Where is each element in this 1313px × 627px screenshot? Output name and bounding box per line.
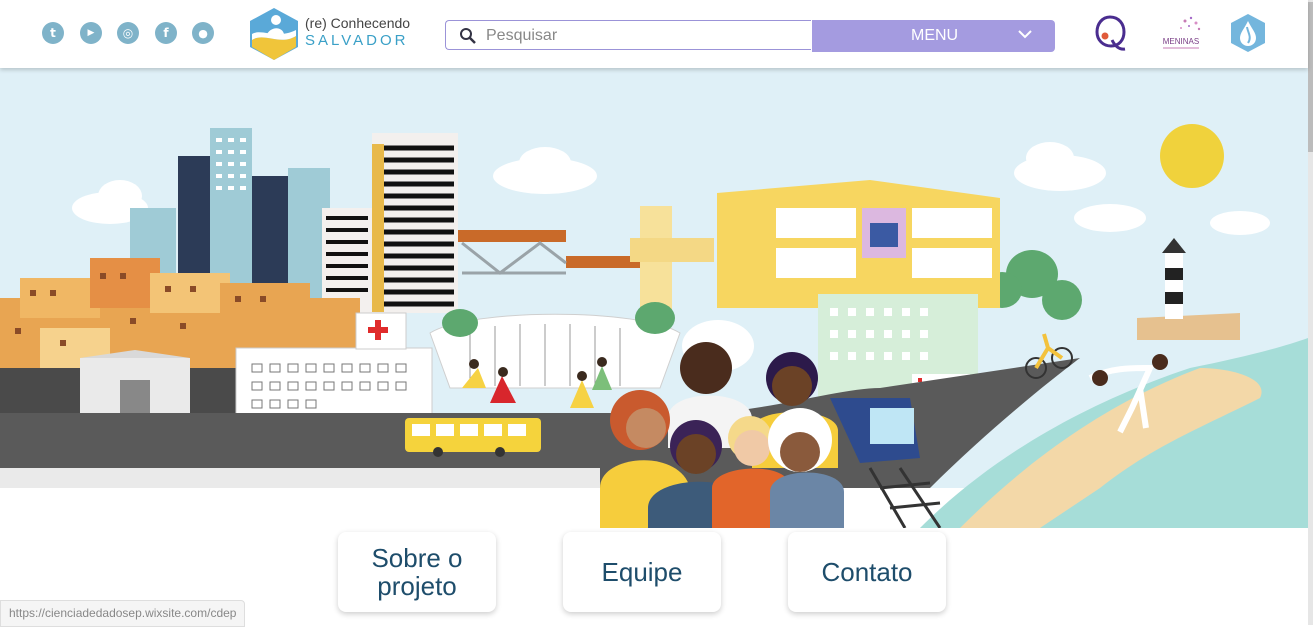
contact-label: Contato — [821, 557, 913, 587]
scrollbar-thumb[interactable] — [1308, 2, 1313, 152]
team-card[interactable]: Equipe — [563, 532, 721, 612]
salvador-city-illustration — [0, 68, 1308, 528]
search-box — [445, 20, 811, 50]
team-label: Equipe — [601, 557, 683, 587]
tumblr-icon[interactable]: t — [42, 22, 64, 44]
scrollbar[interactable] — [1308, 0, 1313, 625]
site-header: t ▶ ◎ f ● (re) Conhecendo SALVADOR MENU — [0, 0, 1308, 68]
partner-logo-drop[interactable] — [1230, 13, 1266, 58]
status-bar-url: https://cienciadedadosep.wixsite.com/cde… — [0, 600, 246, 627]
github-icon[interactable]: ● — [192, 22, 214, 44]
logo-tagline: (re) Conhecendo — [305, 15, 411, 31]
meninas-logo-text: MENINAS — [1163, 37, 1199, 46]
facebook-icon[interactable]: f — [155, 22, 177, 44]
about-project-label: Sobre o projeto — [371, 543, 463, 601]
chevron-down-icon — [1018, 30, 1032, 39]
menu-label: MENU — [911, 27, 959, 44]
logo-title: SALVADOR — [305, 32, 409, 49]
partner-logo-meninas[interactable]: MENINAS — [1155, 14, 1207, 59]
hero-illustration — [0, 68, 1308, 528]
youtube-icon[interactable]: ▶ — [80, 22, 102, 44]
partner-logo-q[interactable] — [1093, 14, 1127, 57]
logo-icon[interactable] — [248, 6, 300, 62]
instagram-icon[interactable]: ◎ — [117, 22, 139, 44]
search-icon — [460, 28, 476, 44]
contact-card[interactable]: Contato — [788, 532, 946, 612]
search-input[interactable] — [484, 26, 808, 46]
about-project-card[interactable]: Sobre o projeto — [338, 532, 496, 612]
sun-icon — [1160, 124, 1224, 188]
menu-button[interactable]: MENU — [812, 20, 1055, 52]
